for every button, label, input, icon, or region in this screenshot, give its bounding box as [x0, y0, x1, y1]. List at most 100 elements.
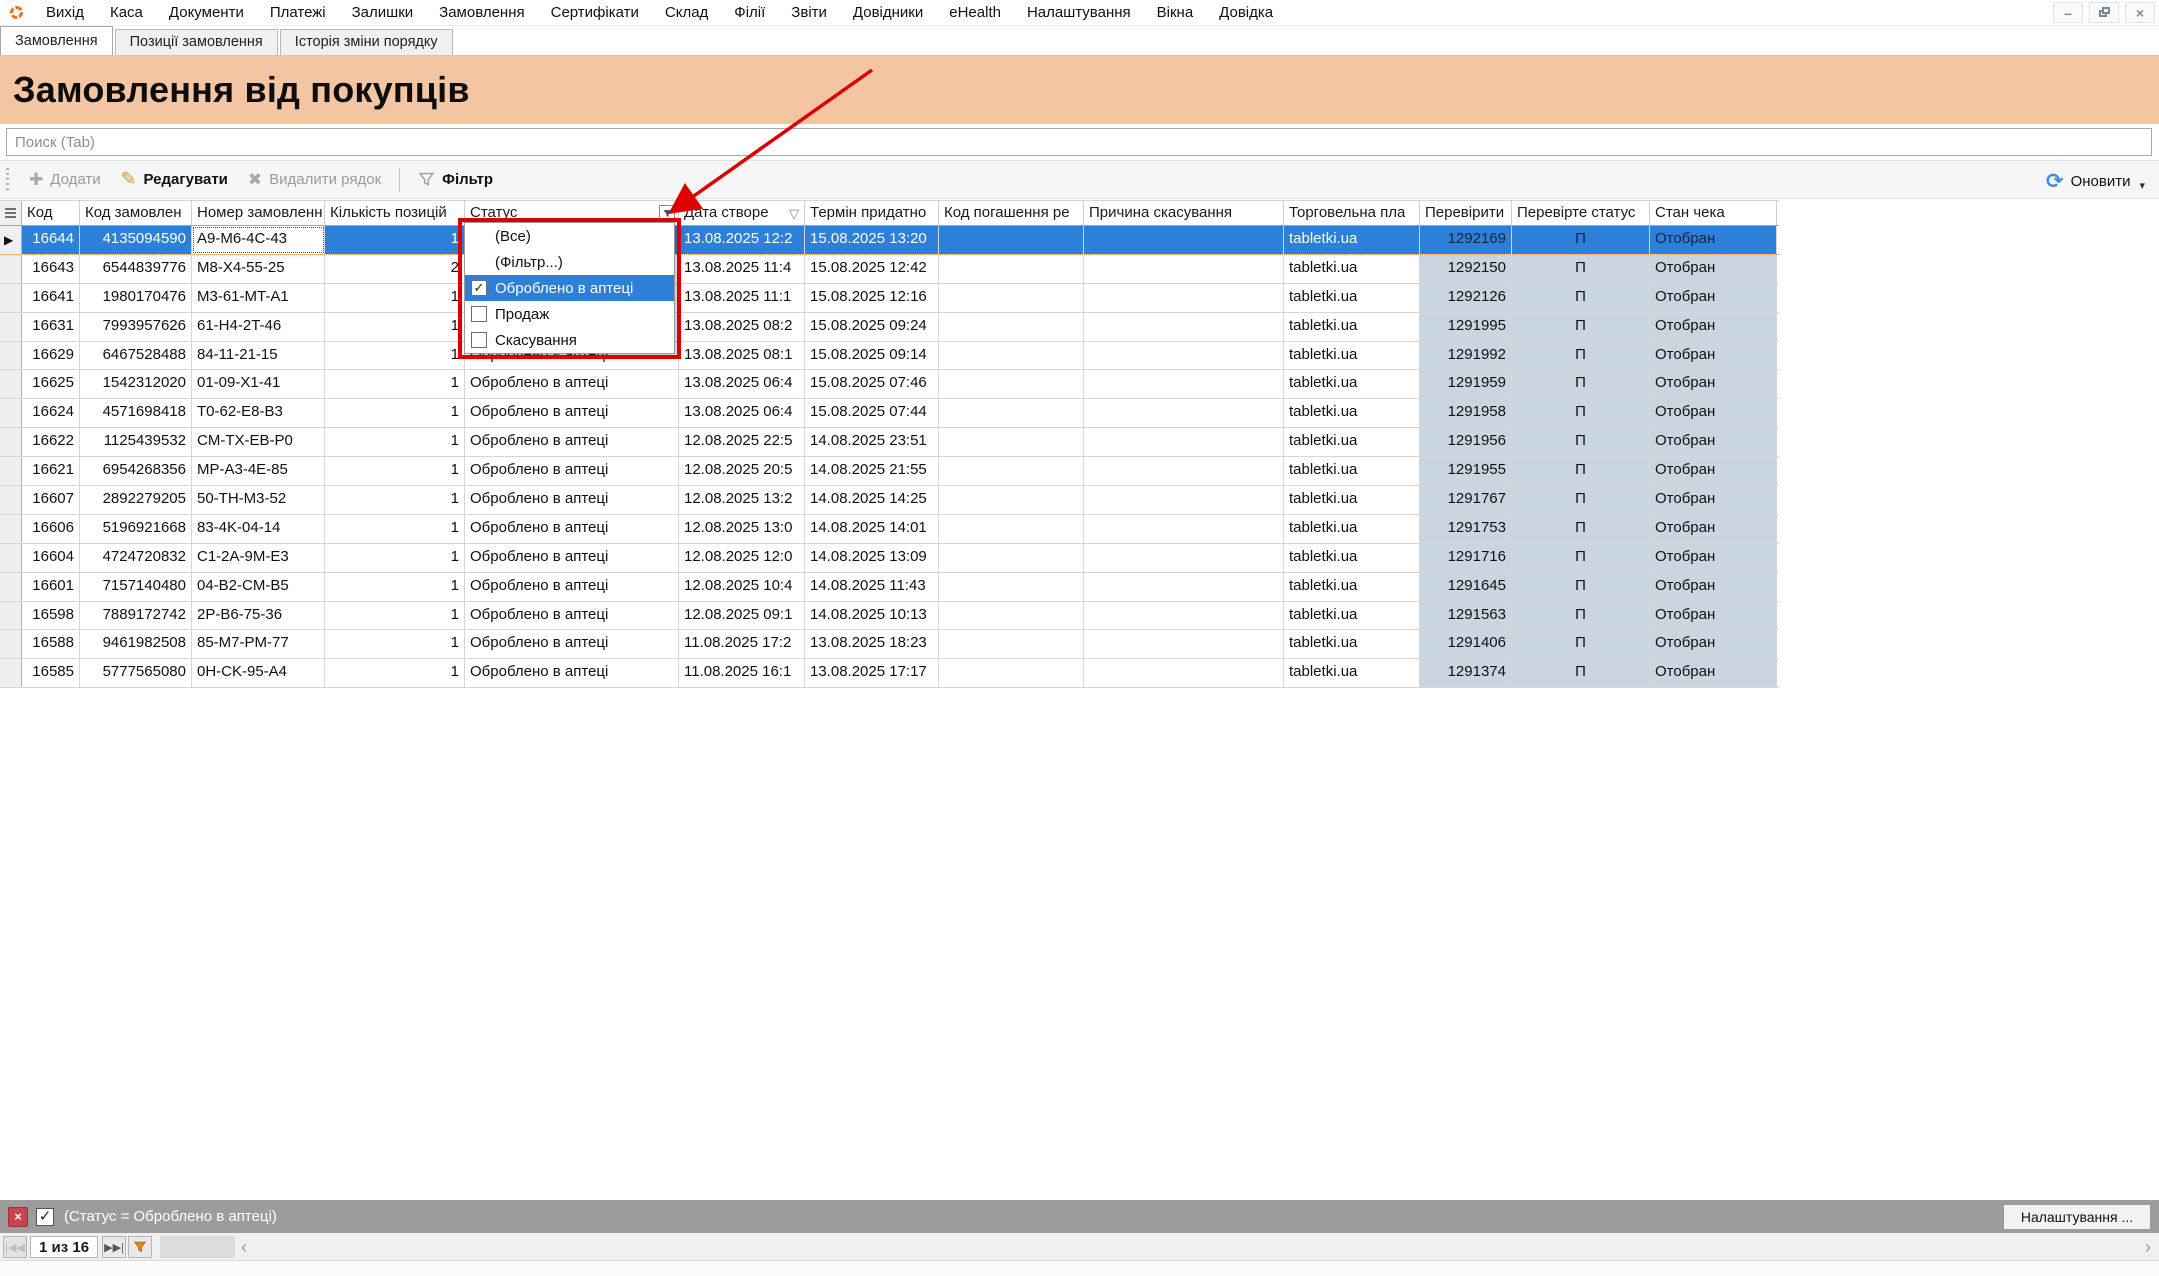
- menu-item-8[interactable]: Склад: [652, 4, 721, 21]
- cell-order_number[interactable]: 2P-B6-75-36: [192, 602, 325, 630]
- menu-item-14[interactable]: Вікна: [1144, 4, 1207, 21]
- cell-created[interactable]: 12.08.2025 12:0: [679, 544, 805, 572]
- menu-item-15[interactable]: Довідка: [1206, 4, 1286, 21]
- cell-created[interactable]: 13.08.2025 11:4: [679, 255, 805, 283]
- scroll-left-icon[interactable]: ‹: [241, 1236, 247, 1258]
- cell-order_code[interactable]: 4724720832: [80, 544, 192, 572]
- cell-redemption_code[interactable]: [939, 313, 1084, 341]
- cell-receipt_state[interactable]: Отобран: [1650, 313, 1777, 341]
- cell-check_number[interactable]: 1291716: [1420, 544, 1512, 572]
- column-header-check_status[interactable]: Перевірте статус: [1512, 201, 1650, 225]
- cell-check_status[interactable]: П: [1512, 630, 1650, 658]
- cell-receipt_state[interactable]: Отобран: [1650, 630, 1777, 658]
- table-row-16588[interactable]: 16588946198250885-M7-PM-771Оброблено в а…: [0, 630, 1779, 659]
- cell-created[interactable]: 12.08.2025 10:4: [679, 573, 805, 601]
- cell-status[interactable]: Оброблено в аптеці: [465, 659, 679, 687]
- nav-filter-button[interactable]: [128, 1236, 152, 1258]
- cell-code[interactable]: 16601: [22, 573, 80, 601]
- cell-redemption_code[interactable]: [939, 255, 1084, 283]
- cell-cancel_reason[interactable]: [1084, 284, 1284, 312]
- cell-redemption_code[interactable]: [939, 630, 1084, 658]
- tab-1[interactable]: Замовлення: [0, 26, 113, 55]
- cell-platform[interactable]: tabletki.ua: [1284, 428, 1420, 456]
- restore-button[interactable]: [2089, 2, 2119, 23]
- column-header-order_code[interactable]: Код замовлен: [80, 201, 192, 225]
- cell-order_number[interactable]: 85-M7-PM-77: [192, 630, 325, 658]
- menu-item-6[interactable]: Замовлення: [426, 4, 537, 21]
- cell-code[interactable]: 16625: [22, 370, 80, 398]
- unchecked-checkbox[interactable]: [471, 332, 487, 348]
- cell-order_code[interactable]: 2892279205: [80, 486, 192, 514]
- cell-valid_until[interactable]: 15.08.2025 09:14: [805, 342, 939, 370]
- cell-check_number[interactable]: 1291956: [1420, 428, 1512, 456]
- cell-status[interactable]: Оброблено в аптеці: [465, 630, 679, 658]
- cell-qty[interactable]: 1: [325, 515, 465, 543]
- cell-order_code[interactable]: 1125439532: [80, 428, 192, 456]
- cell-order_number[interactable]: CM-TX-EB-P0: [192, 428, 325, 456]
- cell-valid_until[interactable]: 15.08.2025 13:20: [805, 226, 939, 254]
- cell-redemption_code[interactable]: [939, 284, 1084, 312]
- cell-valid_until[interactable]: 15.08.2025 07:46: [805, 370, 939, 398]
- menu-item-10[interactable]: Звіти: [778, 4, 840, 21]
- cell-check_number[interactable]: 1291767: [1420, 486, 1512, 514]
- cell-status[interactable]: Оброблено в аптеці: [465, 428, 679, 456]
- cell-valid_until[interactable]: 14.08.2025 11:43: [805, 573, 939, 601]
- cell-check_status[interactable]: П: [1512, 313, 1650, 341]
- cell-status[interactable]: Оброблено в аптеці: [465, 544, 679, 572]
- cell-platform[interactable]: tabletki.ua: [1284, 659, 1420, 687]
- search-input[interactable]: [6, 128, 2152, 156]
- cell-receipt_state[interactable]: Отобран: [1650, 342, 1777, 370]
- cell-check_number[interactable]: 1292126: [1420, 284, 1512, 312]
- menu-item-7[interactable]: Сертифікати: [538, 4, 652, 21]
- cell-code[interactable]: 16588: [22, 630, 80, 658]
- cell-platform[interactable]: tabletki.ua: [1284, 313, 1420, 341]
- table-row-16607[interactable]: 16607289227920550-TH-M3-521Оброблено в а…: [0, 486, 1779, 515]
- cell-redemption_code[interactable]: [939, 226, 1084, 254]
- minimize-button[interactable]: –: [2053, 2, 2083, 23]
- cell-check_number[interactable]: 1291753: [1420, 515, 1512, 543]
- menu-item-11[interactable]: Довідники: [840, 4, 936, 21]
- cell-order_code[interactable]: 7889172742: [80, 602, 192, 630]
- cell-check_status[interactable]: П: [1512, 284, 1650, 312]
- cell-order_number[interactable]: 50-TH-M3-52: [192, 486, 325, 514]
- cell-order_code[interactable]: 6544839776: [80, 255, 192, 283]
- cell-valid_until[interactable]: 13.08.2025 17:17: [805, 659, 939, 687]
- cell-platform[interactable]: tabletki.ua: [1284, 457, 1420, 485]
- cell-valid_until[interactable]: 15.08.2025 12:16: [805, 284, 939, 312]
- cell-receipt_state[interactable]: Отобран: [1650, 428, 1777, 456]
- table-row-16585[interactable]: 1658557775650800H-CK-95-A41Оброблено в а…: [0, 659, 1779, 688]
- cell-code[interactable]: 16624: [22, 399, 80, 427]
- cell-valid_until[interactable]: 14.08.2025 14:25: [805, 486, 939, 514]
- cell-cancel_reason[interactable]: [1084, 313, 1284, 341]
- cell-check_number[interactable]: 1291563: [1420, 602, 1512, 630]
- cell-cancel_reason[interactable]: [1084, 226, 1284, 254]
- cell-qty[interactable]: 1: [325, 370, 465, 398]
- table-row-16643[interactable]: 166436544839776M8-X4-55-252Оброблено в а…: [0, 255, 1779, 284]
- cell-platform[interactable]: tabletki.ua: [1284, 255, 1420, 283]
- cell-cancel_reason[interactable]: [1084, 370, 1284, 398]
- column-header-platform[interactable]: Торговельна пла: [1284, 201, 1420, 225]
- table-row-16622[interactable]: 166221125439532CM-TX-EB-P01Оброблено в а…: [0, 428, 1779, 457]
- cell-qty[interactable]: 1: [325, 342, 465, 370]
- table-row-16631[interactable]: 16631799395762661-H4-2T-461Оброблено в а…: [0, 313, 1779, 342]
- cell-order_code[interactable]: 5777565080: [80, 659, 192, 687]
- table-row-16624[interactable]: 166244571698418T0-62-E8-B31Оброблено в а…: [0, 399, 1779, 428]
- cell-check_status[interactable]: П: [1512, 486, 1650, 514]
- cell-redemption_code[interactable]: [939, 457, 1084, 485]
- cell-cancel_reason[interactable]: [1084, 486, 1284, 514]
- cell-order_code[interactable]: 4135094590: [80, 226, 192, 254]
- cell-redemption_code[interactable]: [939, 370, 1084, 398]
- column-header-receipt_state[interactable]: Стан чека: [1650, 201, 1777, 225]
- cell-check_number[interactable]: 1291958: [1420, 399, 1512, 427]
- cell-valid_until[interactable]: 14.08.2025 23:51: [805, 428, 939, 456]
- cell-check_number[interactable]: 1292169: [1420, 226, 1512, 254]
- cell-status[interactable]: Оброблено в аптеці: [465, 573, 679, 601]
- scroll-right-icon[interactable]: ›: [2145, 1236, 2151, 1258]
- horizontal-scrollbar-thumb[interactable]: [160, 1236, 235, 1258]
- cell-receipt_state[interactable]: Отобран: [1650, 457, 1777, 485]
- menu-item-2[interactable]: Каса: [97, 4, 156, 21]
- cell-redemption_code[interactable]: [939, 602, 1084, 630]
- cell-code[interactable]: 16606: [22, 515, 80, 543]
- cell-redemption_code[interactable]: [939, 515, 1084, 543]
- cell-order_number[interactable]: 04-B2-CM-B5: [192, 573, 325, 601]
